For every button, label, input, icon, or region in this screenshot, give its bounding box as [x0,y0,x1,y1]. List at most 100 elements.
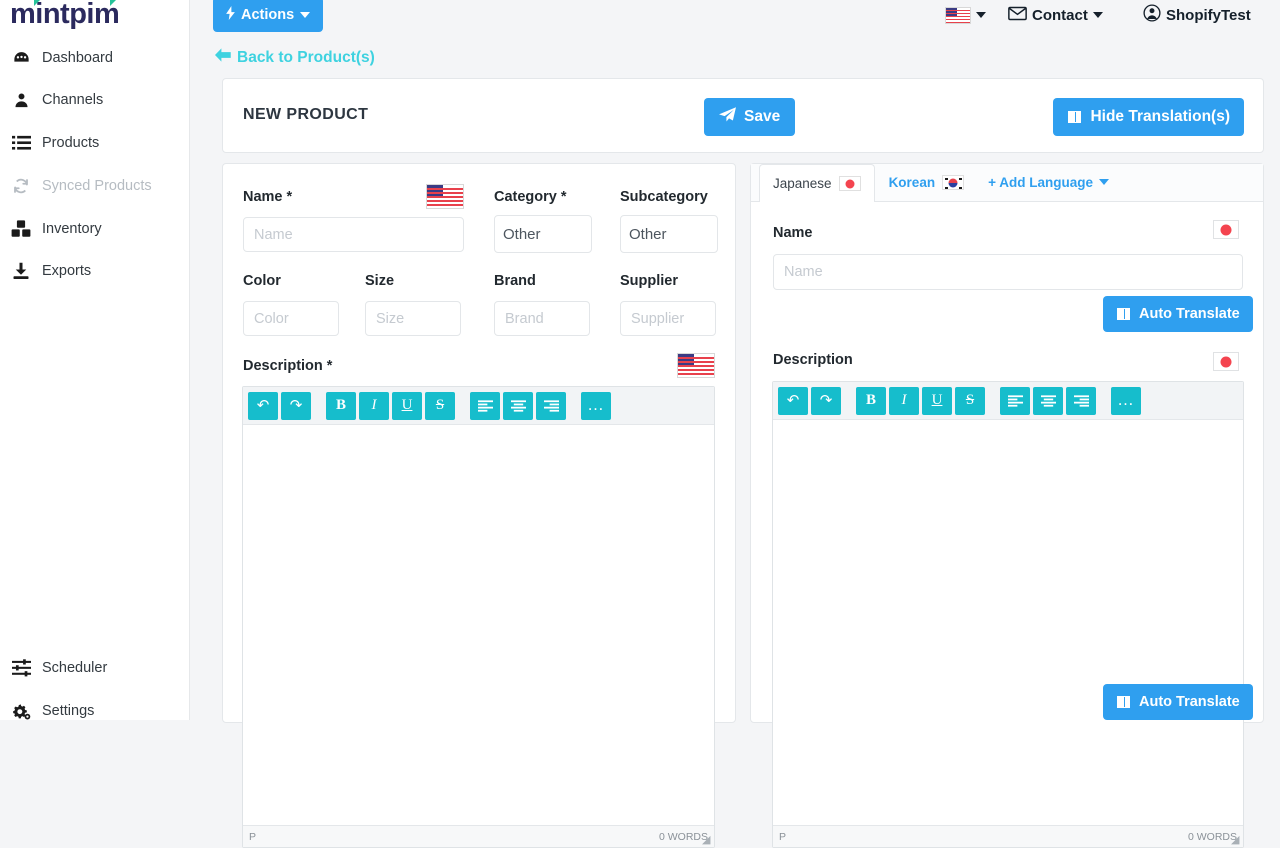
dashboard-icon [0,49,42,68]
hide-translations-label: Hide Translation(s) [1090,108,1230,125]
align-right-icon[interactable] [536,391,566,420]
translation-name-input[interactable] [773,254,1243,290]
description-textarea[interactable] [243,425,714,825]
align-left-icon[interactable] [1000,386,1030,415]
italic-icon[interactable]: I [359,391,389,420]
contact-menu[interactable]: Contact [1008,0,1103,30]
editor-toolbar: ↶ ↷ B I U S … [773,382,1243,420]
editor-word-count: 0 WORDS [658,830,708,843]
app-logo[interactable]: mintpim [10,0,120,31]
underline-icon[interactable]: U [922,386,952,415]
tab-korean[interactable]: Korean [875,163,979,201]
chevron-down-icon [1098,179,1109,185]
underline-icon[interactable]: U [392,391,422,420]
subcategory-label: Subcategory [620,189,708,205]
bolt-icon [226,5,235,24]
us-flag-icon [426,184,464,209]
auto-translate-label: Auto Translate [1139,306,1240,322]
editor-status-bar: P 0 WORDS [243,825,714,847]
description-editor: ↶ ↷ B I U S … P 0 WORDS ◢ [242,386,715,848]
align-center-icon[interactable] [1033,386,1063,415]
sidebar-item-exports[interactable]: Exports [0,254,190,288]
account-menu[interactable]: ShopifyTest [1143,0,1251,30]
top-bar: Actions Contact ShopifyTest [190,0,1280,33]
tab-label: Japanese [773,176,832,191]
tab-japanese[interactable]: Japanese [759,164,875,202]
align-center-icon[interactable] [503,391,533,420]
category-select[interactable]: Other [494,215,592,253]
translation-description-textarea[interactable] [773,420,1243,825]
strikethrough-icon[interactable]: S [425,391,455,420]
sidebar-item-settings[interactable]: Settings [0,694,190,728]
category-label: Category * [494,189,567,205]
translation-icon [1116,307,1131,321]
kr-flag-icon [942,175,965,190]
more-options-icon[interactable]: … [1111,386,1141,415]
us-flag-icon [945,6,971,24]
add-language-label: + Add Language [988,174,1093,190]
add-language-button[interactable]: + Add Language [978,163,1119,201]
supplier-input[interactable] [620,301,716,336]
align-right-icon[interactable] [1066,386,1096,415]
subcategory-select[interactable]: Other [620,215,718,253]
language-selector[interactable] [945,0,986,30]
editor-resize-handle[interactable]: ◢ [702,835,712,846]
sidebar-item-products[interactable]: Products [0,126,190,160]
redo-icon[interactable]: ↷ [811,386,841,415]
editor-resize-handle[interactable]: ◢ [1231,835,1241,846]
product-form-card: Name * Category * Other Subcategory Othe… [222,163,736,848]
sidebar-item-label: Exports [42,263,92,279]
sidebar-item-synced-products[interactable]: Synced Products [0,169,190,203]
editor-element-tag: P [249,830,257,843]
translation-description-label: Description [773,352,853,368]
back-to-products-link[interactable]: Back to Product(s) [215,48,375,67]
user-icon [0,91,42,109]
sliders-icon [0,659,42,677]
brand-input[interactable] [494,301,590,336]
translation-icon [1067,110,1083,124]
size-label: Size [365,273,395,289]
size-input[interactable] [365,301,461,336]
jp-flag-icon [1213,352,1239,371]
us-flag-icon [677,353,715,378]
sync-icon [0,177,42,195]
page-header-card: NEW PRODUCT Save Hide Translation(s) [222,78,1264,153]
arrow-left-icon [215,48,231,67]
italic-icon[interactable]: I [889,386,919,415]
strikethrough-icon[interactable]: S [955,386,985,415]
color-label: Color [243,273,281,289]
account-menu-label: ShopifyTest [1166,6,1251,24]
envelope-icon [1008,6,1027,25]
chevron-down-icon [300,11,311,18]
align-left-icon[interactable] [470,391,500,420]
redo-icon[interactable]: ↷ [281,391,311,420]
bold-icon[interactable]: B [856,386,886,415]
account-circle-icon [1143,4,1161,26]
back-link-label: Back to Product(s) [237,48,375,66]
sidebar-item-channels[interactable]: Channels [0,83,190,117]
save-button[interactable]: Save [704,98,796,136]
language-tabs: Japanese Korean + Add Language [751,164,1263,202]
boxes-icon [0,220,42,238]
gears-icon [0,702,42,721]
sidebar: mintpim Dashboard Channels Products Sync… [0,0,190,720]
more-options-icon[interactable]: … [581,391,611,420]
page-title: NEW PRODUCT [243,106,369,123]
contact-menu-label: Contact [1032,6,1088,24]
undo-icon[interactable]: ↶ [248,391,278,420]
save-button-label: Save [744,108,781,125]
auto-translate-name-button[interactable]: Auto Translate [1103,296,1253,332]
hide-translations-button[interactable]: Hide Translation(s) [1053,98,1244,136]
chevron-down-icon [1092,12,1103,18]
sidebar-item-label: Synced Products [42,178,152,194]
auto-translate-description-button[interactable]: Auto Translate [1103,684,1253,720]
bold-icon[interactable]: B [326,391,356,420]
sidebar-item-inventory[interactable]: Inventory [0,212,190,246]
color-input[interactable] [243,301,339,336]
sidebar-item-label: Scheduler [42,660,108,676]
actions-button[interactable]: Actions [213,0,324,32]
sidebar-item-dashboard[interactable]: Dashboard [0,41,190,75]
undo-icon[interactable]: ↶ [778,386,808,415]
sidebar-item-scheduler[interactable]: Scheduler [0,651,190,685]
name-input[interactable] [243,217,464,252]
